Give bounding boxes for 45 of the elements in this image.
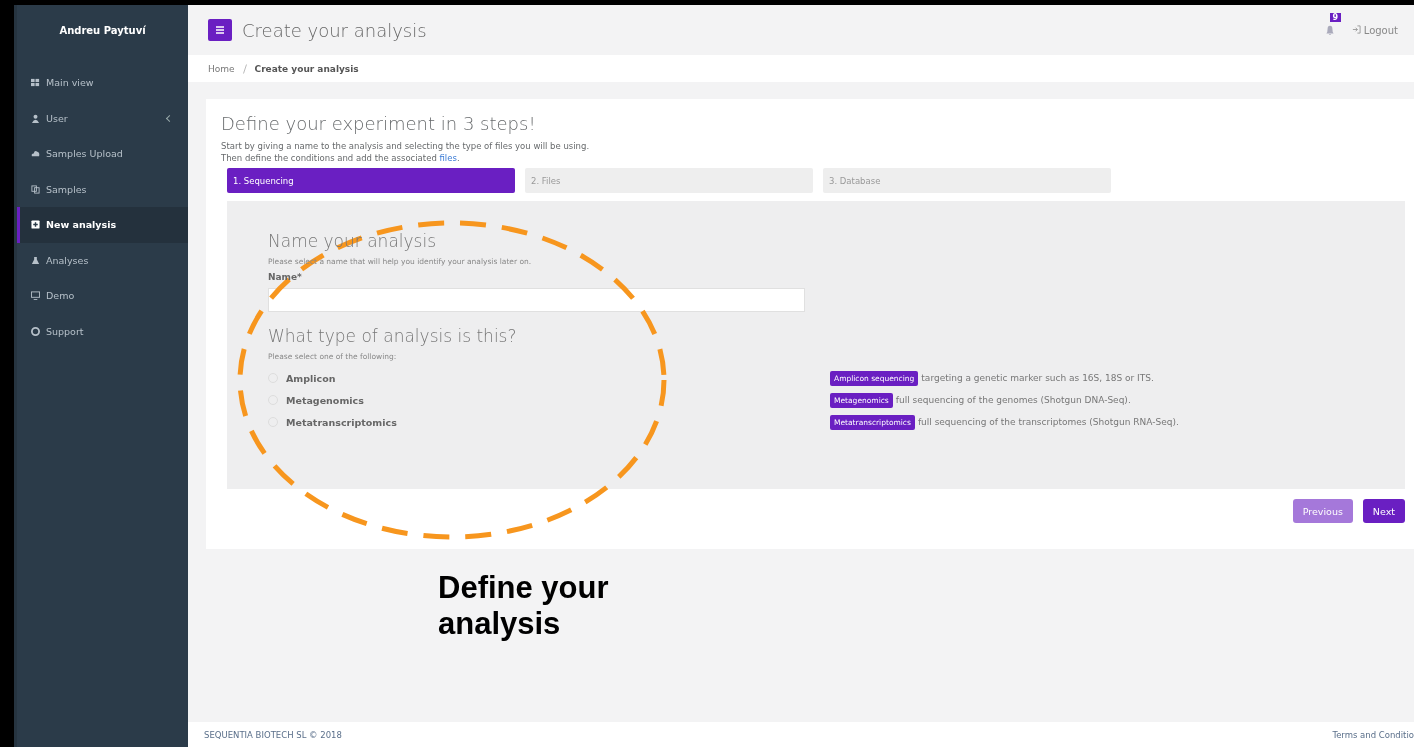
option-label: Metatranscriptomics	[286, 416, 397, 428]
step-tab[interactable]: 1. Sequencing	[227, 168, 515, 193]
page-title: Create your analysis	[242, 19, 427, 41]
name-input-field[interactable]	[268, 288, 805, 312]
nav-item[interactable]: Samples Upload	[17, 136, 188, 172]
plus-square-icon	[31, 220, 40, 230]
logout-icon	[1351, 24, 1361, 34]
notification-badge: 9	[1329, 12, 1342, 22]
option-description: full sequencing of the transcriptomes (Shotgun RNA-Seq).	[917, 417, 1179, 427]
grid-icon	[31, 78, 40, 88]
terms-link[interactable]: Terms and Conditio	[1332, 729, 1414, 740]
bell-icon[interactable]	[1323, 23, 1336, 36]
flask-icon	[31, 255, 40, 265]
annotation-caption: Define your analysis	[438, 570, 610, 642]
option-description: full sequencing of the genomes (Shotgun DNA-Seq).	[895, 395, 1131, 405]
option-label: Metagenomics	[286, 394, 364, 406]
option-description: targeting a genetic marker such as 16S, 18S or ITS.	[921, 373, 1154, 383]
next-button[interactable]: Next	[1362, 499, 1405, 523]
monitor-icon	[31, 291, 40, 301]
copyright-text: SEQUENTIA BIOTECH SL © 2018	[204, 729, 342, 740]
intro-text: Start by giving a name to the analysis and selecting the type of files you will be using.	[221, 140, 591, 152]
nav-item[interactable]: Demo	[17, 278, 188, 314]
separator-icon	[242, 63, 247, 74]
nav-item[interactable]: New analysis	[17, 207, 188, 243]
nav-item[interactable]: Analyses	[17, 242, 188, 278]
cloud-icon	[31, 149, 40, 159]
breadcrumb-item: Create your analysis	[254, 63, 359, 74]
menu-button[interactable]	[208, 19, 232, 41]
nav-item[interactable]: User	[17, 100, 188, 136]
nav-item[interactable]: Support	[17, 313, 188, 349]
nav-item[interactable]: Samples	[17, 171, 188, 207]
breadcrumb-item[interactable]: Home	[208, 63, 235, 74]
section-heading: Define your experiment in 3 steps!	[221, 113, 537, 134]
option-label: Amplicon	[286, 372, 336, 384]
lifebuoy-icon	[31, 326, 40, 336]
field-label: Name*	[268, 272, 303, 282]
user-name: Andreu Paytuví	[58, 24, 147, 38]
intro-text: Then define the conditions and add the associated files.	[221, 152, 461, 164]
logout-link[interactable]: Logout	[1345, 23, 1404, 37]
menu-icon	[215, 25, 225, 35]
person-icon	[31, 113, 40, 123]
copy-icon	[31, 184, 40, 194]
files-link[interactable]: files	[439, 153, 457, 163]
nav-item[interactable]: Main view	[17, 65, 188, 101]
form-heading: What type of analysis is this?	[268, 326, 518, 346]
